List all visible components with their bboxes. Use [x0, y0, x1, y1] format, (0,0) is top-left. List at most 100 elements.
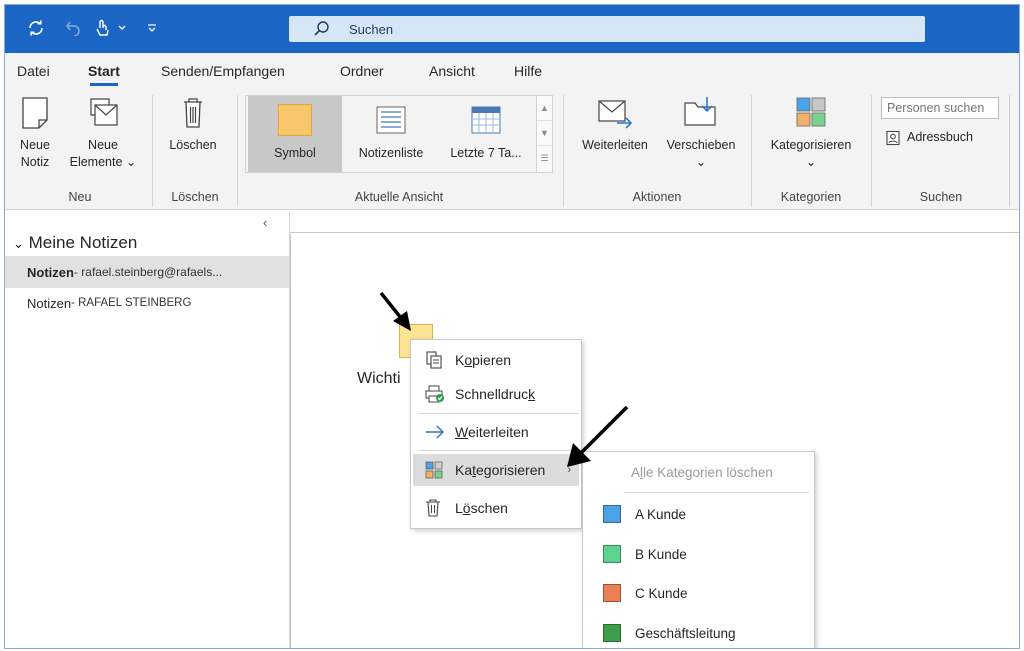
category-label: Geschäftsleitung: [635, 625, 736, 641]
view-symbol-button[interactable]: Symbol: [248, 96, 342, 172]
title-bar: Suchen: [5, 5, 1019, 53]
group-label-kategorien: Kategorien: [780, 190, 842, 204]
tab-datei[interactable]: Datei: [17, 63, 50, 79]
view-gallery: Symbol Notizenliste Letzte 7 Ta... ▲ ▼ ☰: [245, 95, 553, 173]
category-label: C Kunde: [635, 585, 688, 601]
quick-print-icon: [425, 385, 455, 403]
ribbon-separator: [237, 95, 238, 207]
move-button[interactable]: Verschieben ⌄: [659, 95, 743, 171]
menu-separator: [625, 492, 809, 493]
category-item-geschaeftsleitung[interactable]: Geschäftsleitung: [583, 616, 814, 648]
group-label-neu: Neu: [68, 190, 92, 204]
scroll-down-icon[interactable]: ▼: [537, 121, 552, 146]
category-item-a-kunde[interactable]: A Kunde: [583, 497, 814, 531]
category-item-b-kunde[interactable]: B Kunde: [583, 537, 814, 571]
folder-item-notizen-1[interactable]: Notizen - rafael.steinberg@rafaels...: [5, 256, 289, 288]
group-label-suchen: Suchen: [919, 190, 963, 204]
ribbon-separator: [563, 95, 564, 207]
folder-root-label: Meine Notizen: [28, 233, 138, 252]
scroll-up-icon[interactable]: ▲: [537, 96, 552, 121]
forward-label: Weiterleiten: [582, 138, 648, 152]
search-box[interactable]: Suchen: [289, 16, 925, 42]
address-book-icon: [886, 130, 900, 145]
annotation-arrow-icon: [379, 291, 411, 331]
folder-root-meine-notizen[interactable]: ⌄ Meine Notizen: [13, 233, 137, 253]
note-icon: [22, 97, 48, 129]
menu-item-loeschen[interactable]: Löschen: [413, 492, 579, 524]
undo-icon[interactable]: [61, 15, 85, 41]
new-note-button[interactable]: Neue Notiz: [15, 95, 55, 171]
view-notizenliste-button[interactable]: Notizenliste: [344, 96, 438, 172]
view-symbol-label: Symbol: [274, 146, 316, 160]
collapse-pane-icon[interactable]: ‹: [263, 215, 267, 230]
new-items-button[interactable]: Neue Elemente ⌄: [65, 95, 141, 171]
category-item-c-kunde[interactable]: C Kunde: [583, 576, 814, 610]
folder-item-notizen-2[interactable]: Notizen - RAFAEL STEINBERG: [5, 287, 289, 319]
sync-icon[interactable]: [23, 15, 49, 41]
menu-label-kopieren: Kopieren: [455, 352, 512, 368]
gallery-expand-icon[interactable]: ☰: [537, 146, 552, 171]
forward-button[interactable]: Weiterleiten: [571, 95, 659, 154]
people-search-input[interactable]: [881, 97, 999, 119]
category-label: A Kunde: [635, 506, 687, 522]
move-label: Verschieben: [666, 138, 736, 152]
menu-separator: [419, 450, 579, 451]
categorize-button[interactable]: Kategorisieren ⌄: [759, 95, 863, 171]
menu-item-clear-categories[interactable]: Alle Kategorien löschen: [631, 465, 773, 480]
tab-ordner[interactable]: Ordner: [340, 63, 384, 79]
tab-senden-empfangen[interactable]: Senden/Empfangen: [161, 63, 285, 79]
move-folder-icon: [684, 97, 716, 126]
tab-hilfe[interactable]: Hilfe: [514, 63, 542, 79]
group-label-loeschen: Löschen: [171, 190, 219, 204]
delete-button[interactable]: Löschen: [161, 95, 225, 154]
address-book-label: Adressbuch: [907, 130, 974, 144]
menu-item-schnelldruck[interactable]: Schnelldruck: [413, 378, 579, 410]
category-swatch: [603, 545, 621, 563]
menu-item-weiterleiten[interactable]: Weiterleiten: [413, 416, 579, 448]
menu-item-kategorisieren[interactable]: Kategorisieren ›: [413, 454, 579, 486]
forward-arrow-icon: [425, 425, 455, 439]
ribbon-tabs: Datei Start Senden/Empfangen Ordner Ansi…: [5, 53, 1019, 87]
view-header: [290, 211, 1019, 233]
category-label: B Kunde: [635, 546, 687, 562]
folder-account: - rafael.steinberg@rafaels...: [73, 265, 223, 279]
trash-icon: [184, 98, 202, 128]
list-view-icon: [376, 106, 406, 134]
address-book-button[interactable]: Adressbuch: [885, 129, 995, 146]
menu-separator: [419, 413, 579, 414]
categorize-icon: [425, 461, 455, 479]
touch-mode-icon[interactable]: [91, 15, 113, 41]
folder-pane: ‹ ⌄ Meine Notizen Notizen - rafael.stein…: [5, 211, 289, 648]
ribbon-separator: [152, 95, 153, 207]
context-menu: Kopieren Schnelldruck Weiterleiten Kateg…: [410, 339, 582, 529]
tab-start[interactable]: Start: [88, 63, 120, 86]
category-submenu: Alle Kategorien löschen A Kunde B Kunde …: [582, 451, 815, 648]
menu-label-weiterleiten: Weiterleiten: [455, 424, 529, 440]
touch-mode-chevron-icon[interactable]: [115, 15, 129, 41]
menu-label-schnelldruck: Schnelldruck: [455, 386, 536, 402]
group-label-aktuelle-ansicht: Aktuelle Ansicht: [354, 190, 444, 204]
forward-icon: [598, 100, 633, 129]
trash-icon: [425, 499, 455, 517]
gallery-scroll[interactable]: ▲ ▼ ☰: [536, 96, 552, 172]
ribbon-separator: [871, 95, 872, 207]
note-item-title[interactable]: Wichti: [357, 370, 401, 388]
menu-item-kopieren[interactable]: Kopieren: [413, 344, 579, 376]
menu-label-kategorisieren: Kategorisieren: [455, 462, 546, 478]
view-letzte-button[interactable]: Letzte 7 Ta...: [438, 96, 534, 172]
chevron-down-icon: ⌄: [695, 155, 707, 169]
copy-icon: [425, 351, 455, 369]
new-items-icon: [90, 98, 118, 126]
sticky-note-icon: [278, 104, 312, 136]
folder-account: - RAFAEL STEINBERG: [71, 297, 192, 309]
folder-name: Notizen: [27, 264, 74, 280]
tab-ansicht[interactable]: Ansicht: [429, 63, 475, 79]
category-swatch: [603, 584, 621, 602]
chevron-down-icon: ⌄: [125, 155, 137, 169]
calendar-view-icon: [471, 106, 501, 134]
menu-label-loeschen: Löschen: [455, 500, 508, 516]
search-text: Suchen: [349, 21, 394, 37]
search-icon: [314, 21, 329, 36]
customize-toolbar-icon[interactable]: [145, 15, 159, 41]
annotation-arrow-icon: [567, 405, 629, 467]
